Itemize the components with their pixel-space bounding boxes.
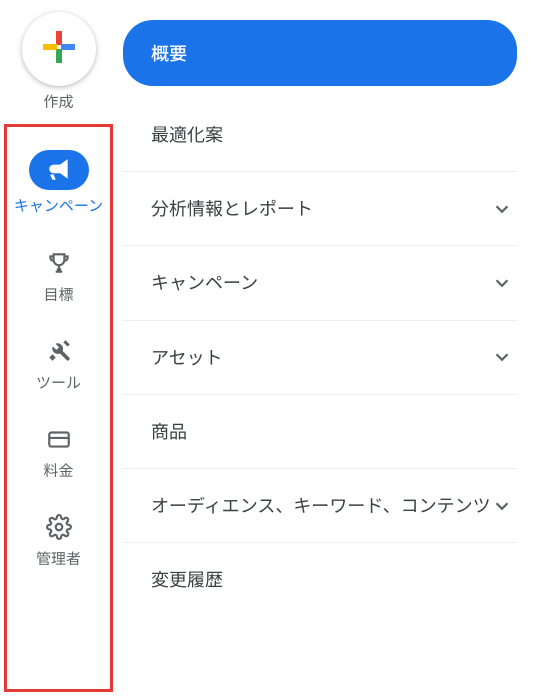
chevron-down-icon [491, 495, 513, 517]
sidebar-item-label: 目標 [43, 285, 73, 305]
sidebar-item-goals[interactable]: 目標 [0, 247, 117, 305]
sidebar-item-billing[interactable]: 料金 [0, 423, 117, 481]
menu-item-change-history[interactable]: 変更履歴 [123, 543, 517, 616]
sidebar-item-admin[interactable]: 管理者 [0, 511, 117, 569]
main-menu: 概要 最適化案 分析情報とレポート キャンペーン アセット 商品 オーディエンス… [117, 0, 553, 698]
chevron-down-icon [491, 198, 513, 220]
sidebar-item-label: キャンペーン [14, 196, 103, 216]
tools-icon [46, 335, 72, 367]
sidebar-item-label: ツール [36, 373, 81, 393]
menu-item-label: 最適化案 [151, 122, 513, 147]
chevron-down-icon [491, 346, 513, 368]
menu-item-label: 分析情報とレポート [151, 196, 491, 221]
menu-item-label: 商品 [151, 419, 513, 444]
gear-icon [46, 511, 72, 543]
menu-item-audiences[interactable]: オーディエンス、キーワード、コンテンツ [123, 469, 517, 543]
menu-item-label: オーディエンス、キーワード、コンテンツ [151, 493, 491, 518]
menu-item-label: キャンペーン [151, 270, 491, 295]
sidebar-item-label: 料金 [43, 461, 73, 481]
menu-item-label: アセット [151, 345, 491, 370]
trophy-icon [46, 247, 72, 279]
chevron-down-icon [491, 272, 513, 294]
sidebar-group: キャンペーン 目標 ツール [0, 150, 117, 569]
megaphone-icon [29, 150, 89, 190]
sidebar-item-tools[interactable]: ツール [0, 335, 117, 393]
menu-item-recommendations[interactable]: 最適化案 [123, 98, 517, 172]
menu-item-overview[interactable]: 概要 [123, 20, 517, 86]
sidebar-item-label: 作成 [43, 92, 73, 112]
sidebar-item-campaigns[interactable]: キャンペーン [0, 150, 117, 216]
menu-item-campaigns[interactable]: キャンペーン [123, 246, 517, 320]
sidebar: 作成 キャンペーン 目標 [0, 0, 117, 698]
sidebar-item-create[interactable]: 作成 [0, 12, 117, 112]
menu-item-products[interactable]: 商品 [123, 395, 517, 469]
menu-item-label: 変更履歴 [151, 567, 513, 592]
menu-item-insights-reports[interactable]: 分析情報とレポート [123, 172, 517, 246]
menu-item-label: 概要 [151, 40, 187, 66]
sidebar-item-label: 管理者 [36, 549, 81, 569]
billing-icon [46, 423, 72, 455]
create-button[interactable] [22, 12, 96, 86]
menu-item-assets[interactable]: アセット [123, 321, 517, 395]
plus-icon [41, 29, 77, 70]
